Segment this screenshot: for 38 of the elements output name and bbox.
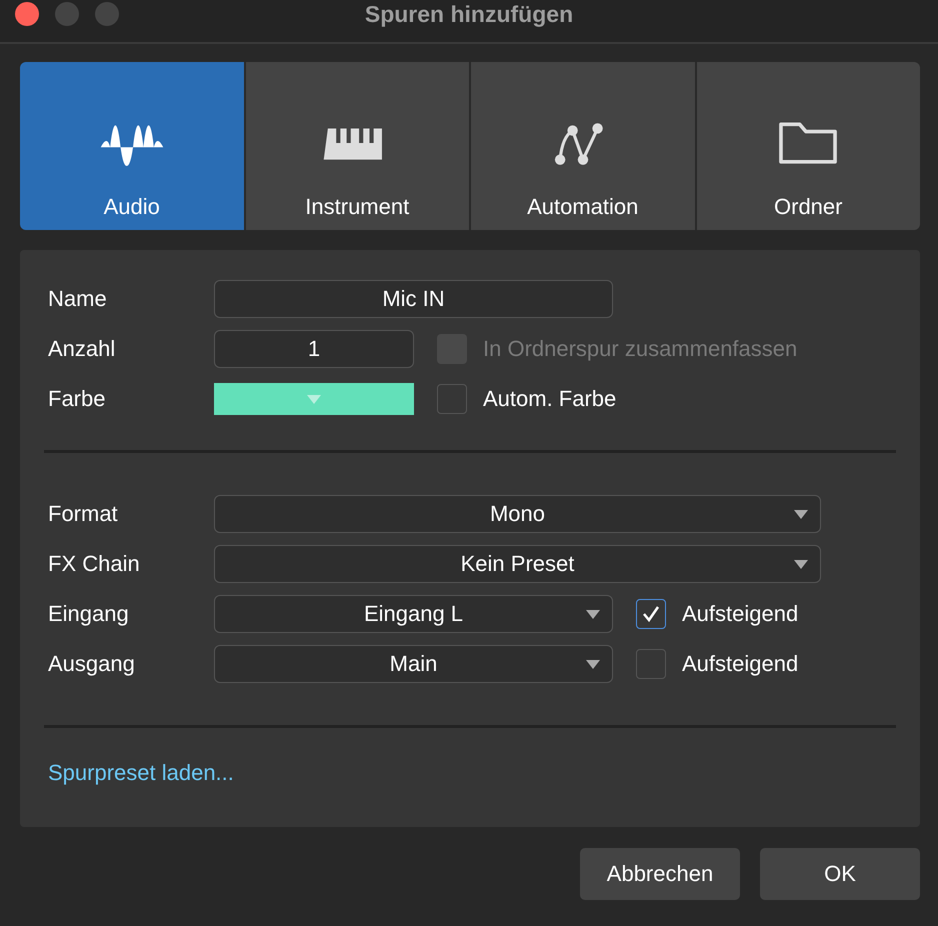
- caret-icon: [794, 560, 808, 569]
- window-title: Spuren hinzufügen: [364, 0, 574, 28]
- dropdown[interactable]: Mono: [214, 495, 821, 533]
- checkbox-label: Autom. Farbe: [483, 386, 616, 412]
- dropdown[interactable]: Eingang L: [214, 595, 613, 633]
- caret-icon: [307, 394, 321, 404]
- checkbox[interactable]: [636, 599, 666, 629]
- zoom-button[interactable]: [95, 2, 119, 26]
- close-button[interactable]: [15, 2, 39, 26]
- field-label: Eingang: [48, 601, 130, 627]
- caret-icon: [794, 510, 808, 519]
- text-field[interactable]: Mic IN: [214, 280, 613, 318]
- field-label: Anzahl: [48, 336, 116, 362]
- dialog-button[interactable]: Abbrechen: [580, 848, 740, 900]
- track-type-tab[interactable]: Audio: [20, 62, 244, 230]
- load-preset-link[interactable]: Spurpreset laden...: [48, 760, 234, 785]
- checkbox[interactable]: [636, 649, 666, 679]
- checkbox[interactable]: [437, 384, 467, 414]
- minimize-button[interactable]: [55, 2, 79, 26]
- dialog-button[interactable]: OK: [760, 848, 920, 900]
- color-picker[interactable]: [214, 383, 414, 415]
- caret-icon: [586, 610, 600, 619]
- checkbox-label: Aufsteigend: [682, 651, 798, 677]
- checkbox-label: Aufsteigend: [682, 601, 798, 627]
- dropdown[interactable]: Kein Preset: [214, 545, 821, 583]
- field-label: Farbe: [48, 386, 106, 412]
- field-label: Format: [48, 501, 119, 527]
- text-field[interactable]: 1: [214, 330, 414, 368]
- checkmark-icon: [641, 604, 661, 624]
- caret-icon: [586, 660, 600, 669]
- dropdown[interactable]: Main: [214, 645, 613, 683]
- track-type-tab[interactable]: Ordner: [696, 62, 920, 230]
- track-type-tab[interactable]: Automation: [471, 62, 694, 230]
- field-label: FX Chain: [48, 551, 141, 577]
- track-type-tab[interactable]: Instrument: [246, 62, 469, 230]
- checkbox-label: In Ordnerspur zusammenfassen: [483, 336, 798, 362]
- field-label: Ausgang: [48, 651, 136, 677]
- field-label: Name: [48, 286, 108, 312]
